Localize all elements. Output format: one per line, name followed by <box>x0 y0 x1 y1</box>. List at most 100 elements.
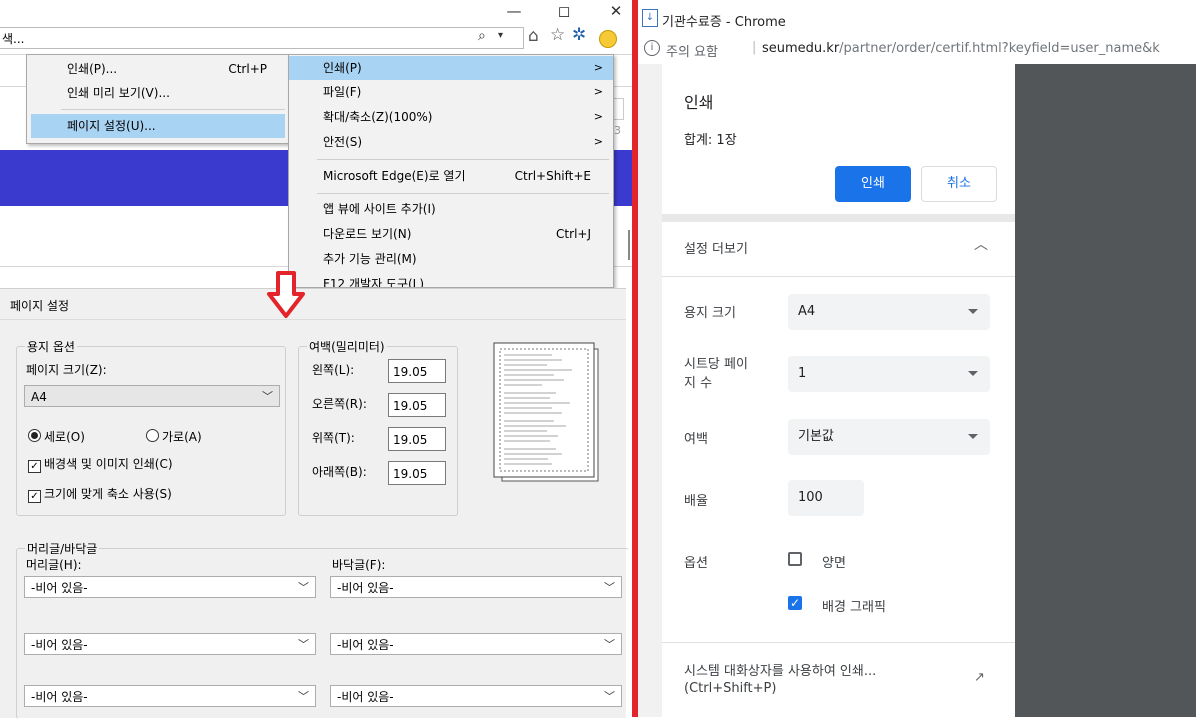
menu-item-downloads[interactable]: 다운로드 보기(N) Ctrl+J <box>289 222 613 246</box>
check-icon: ✓ <box>28 490 41 503</box>
info-icon[interactable]: i <box>644 40 660 56</box>
more-settings-toggle[interactable]: 설정 더보기 <box>684 238 748 257</box>
chevron-down-icon: ﹀ <box>262 390 273 403</box>
page-setup-dialog: 페이지 설정 용지 옵션 페이지 크기(Z): A4 ﹀ 세로(O) 가로(A) … <box>0 288 629 719</box>
menu-item-addons[interactable]: 추가 기능 관리(M) <box>289 247 613 271</box>
duplex-checkbox[interactable] <box>788 552 802 566</box>
scale-input[interactable]: 100 <box>788 480 864 516</box>
menu-item-print[interactable]: 인쇄(P) > <box>289 56 613 80</box>
chevron-down-icon: ﹀ <box>298 638 309 651</box>
margins-label: 여백 <box>684 432 708 447</box>
dialog-title: 페이지 설정 <box>10 299 70 313</box>
cancel-button[interactable]: 취소 <box>921 166 997 202</box>
divider <box>0 319 626 320</box>
header-select-2[interactable]: -비어 있음- ﹀ <box>24 633 316 655</box>
header-select-1[interactable]: -비어 있음- ﹀ <box>24 576 316 598</box>
page-number-fragment: 3 <box>614 124 621 137</box>
dropdown-arrow-icon <box>968 434 978 439</box>
page-preview-thumbnail <box>492 341 599 482</box>
print-title: 인쇄 <box>684 93 714 112</box>
footer-label: 바닥글(F): <box>332 558 386 572</box>
menu-item-zoom[interactable]: 확대/축소(Z)(100%) > <box>289 105 613 129</box>
address-text: 색... <box>2 32 25 46</box>
window-title: 기관수료증 - Chrome <box>662 15 786 30</box>
footer-select-3[interactable]: -비어 있음- ﹀ <box>330 685 622 707</box>
menu-item-open-edge[interactable]: Microsoft Edge(E)로 열기 Ctrl+Shift+E <box>289 164 613 188</box>
menu-item-print[interactable]: 인쇄(P)... Ctrl+P <box>27 57 289 81</box>
margin-top-label: 위쪽(T): <box>312 431 355 445</box>
footer-select-1[interactable]: -비어 있음- ﹀ <box>330 576 622 598</box>
dropdown-arrow-icon <box>968 309 978 314</box>
margin-top-input[interactable]: 19.05 <box>388 427 446 451</box>
print-submenu: 인쇄(P)... Ctrl+P 인쇄 미리 보기(V)... 페이지 설정(U)… <box>26 54 290 144</box>
margins-select[interactable]: 기본값 <box>788 419 990 455</box>
menu-item-add-site[interactable]: 앱 뷰에 사이트 추가(I) <box>289 197 613 221</box>
favorites-star-icon[interactable]: ☆ <box>550 25 565 45</box>
chrome-title-bar: ↓ 기관수료증 - Chrome <box>638 0 1196 37</box>
margin-bottom-label: 아래쪽(B): <box>312 465 367 479</box>
panel-margin <box>638 64 662 717</box>
gear-icon[interactable]: ✲ <box>572 25 586 45</box>
paper-size-label: 용지 크기 <box>684 306 736 321</box>
home-icon[interactable]: ⌂ <box>528 26 539 46</box>
options-label: 옵션 <box>684 556 708 571</box>
pages-per-sheet-label: 시트당 페이 지 수 <box>684 357 748 391</box>
margin-right-input[interactable]: 19.05 <box>388 393 446 417</box>
print-preview-area <box>1015 64 1196 717</box>
pages-per-sheet-select[interactable]: 1 <box>788 356 990 392</box>
chevron-down-icon: ﹀ <box>298 690 309 703</box>
chevron-down-icon: ﹀ <box>604 690 615 703</box>
page-size-select[interactable]: A4 ﹀ <box>24 385 280 407</box>
duplex-label: 양면 <box>822 556 846 571</box>
open-external-icon[interactable]: ↗ <box>974 670 985 685</box>
margin-bottom-input[interactable]: 19.05 <box>388 461 446 485</box>
divider <box>662 276 1015 277</box>
group-title: 여백(밀리미터) <box>307 338 387 355</box>
chevron-down-icon: ﹀ <box>604 638 615 651</box>
portrait-radio[interactable]: 세로(O) <box>28 428 85 445</box>
system-dialog-link[interactable]: 시스템 대화상자를 사용하여 인쇄... (Ctrl+Shift+P) <box>684 663 876 697</box>
scrollbar[interactable] <box>628 230 630 260</box>
site-favicon-icon: ↓ <box>642 9 658 27</box>
menu-item-page-setup[interactable]: 페이지 설정(U)... <box>31 114 285 138</box>
menu-separator <box>317 159 609 160</box>
menu-separator <box>317 193 609 194</box>
menu-item-print-preview[interactable]: 인쇄 미리 보기(V)... <box>27 81 289 105</box>
search-icon[interactable]: ⌕ <box>478 28 486 44</box>
restore-button[interactable]: ◻ <box>552 2 576 20</box>
paper-size-select[interactable]: A4 <box>788 294 990 330</box>
print-background-checkbox[interactable]: ✓ 배경색 및 이미지 인쇄(C) <box>28 455 173 473</box>
header-label: 머리글(H): <box>26 558 82 572</box>
landscape-radio[interactable]: 가로(A) <box>146 428 202 445</box>
menu-item-safety[interactable]: 안전(S) > <box>289 130 613 154</box>
address-bar[interactable]: 색... <box>0 27 524 49</box>
smiley-icon[interactable] <box>599 30 617 48</box>
background-graphics-checkbox[interactable]: ✓ <box>788 596 802 610</box>
check-icon: ✓ <box>28 460 41 473</box>
menu-separator <box>61 109 285 110</box>
url-text[interactable]: seumedu.kr/partner/order/certif.html?key… <box>762 41 1160 56</box>
menu-item-file[interactable]: 파일(F) > <box>289 80 613 104</box>
security-label: 주의 요함 <box>666 45 718 60</box>
chrome-url-bar[interactable]: i 주의 요함 | seumedu.kr/partner/order/certi… <box>638 36 1196 65</box>
group-title: 머리글/바닥글 <box>25 540 100 557</box>
shrink-to-fit-checkbox[interactable]: ✓ 크기에 맞게 축소 사용(S) <box>28 485 172 503</box>
margin-right-label: 오른쪽(R): <box>312 397 367 411</box>
print-button[interactable]: 인쇄 <box>835 166 911 202</box>
minimize-button[interactable]: — <box>502 2 526 20</box>
menu-item-devtools[interactable]: F12 개발자 도구(L) <box>289 272 613 287</box>
header-select-3[interactable]: -비어 있음- ﹀ <box>24 685 316 707</box>
chevron-up-icon[interactable]: ︿ <box>974 234 988 254</box>
close-button[interactable]: ✕ <box>604 2 628 20</box>
page-size-label: 페이지 크기(Z): <box>26 363 107 377</box>
margin-left-label: 왼쪽(L): <box>312 363 355 377</box>
background-graphics-label: 배경 그래픽 <box>822 600 886 615</box>
margin-left-input[interactable]: 19.05 <box>388 359 446 383</box>
chevron-down-icon: ﹀ <box>604 581 615 594</box>
divider <box>662 642 1015 643</box>
footer-select-2[interactable]: -비어 있음- ﹀ <box>330 633 622 655</box>
dropdown-arrow-icon <box>968 371 978 376</box>
radio-icon <box>146 429 159 442</box>
chevron-down-icon[interactable]: ▾ <box>498 30 503 41</box>
tools-menu: 인쇄(P) > 파일(F) > 확대/축소(Z)(100%) > 안전(S) > Mic… <box>288 54 614 288</box>
